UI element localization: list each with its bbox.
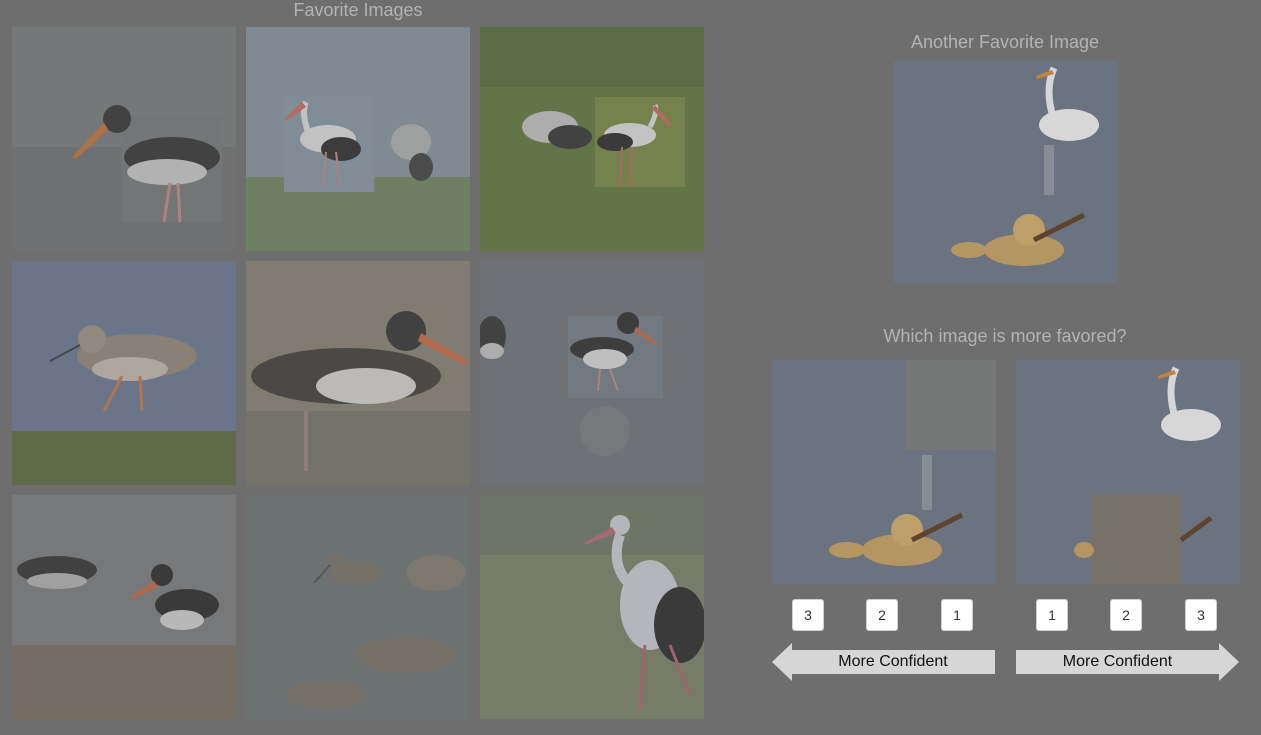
left-rank-2-button[interactable]: 2: [866, 599, 898, 631]
favorite-image-oystercatchers-4[interactable]: [12, 495, 236, 719]
left-confidence-label: More Confident: [791, 650, 995, 674]
comparison-question: Which image is more favored?: [883, 326, 1127, 346]
reference-image-swan-dog: [894, 60, 1118, 284]
reference-image-title: Another Favorite Image: [910, 32, 1100, 52]
option-image-left[interactable]: [772, 360, 996, 584]
favorite-image-stork-3[interactable]: [480, 495, 704, 719]
left-arrow-icon: [772, 643, 792, 681]
option-image-right[interactable]: [1016, 360, 1240, 584]
favorite-images-title: Favorite Images: [293, 0, 423, 20]
favorite-image-oystercatcher-3[interactable]: [480, 261, 704, 485]
right-rank-2-button[interactable]: 2: [1110, 599, 1142, 631]
favorite-image-redshank[interactable]: [12, 261, 236, 485]
right-confidence-label: More Confident: [1016, 650, 1219, 674]
favorite-image-oystercatcher-2[interactable]: [246, 261, 470, 485]
favorite-image-storks-2[interactable]: [480, 27, 704, 251]
favorite-image-godwits[interactable]: [246, 495, 470, 719]
left-rank-3-button[interactable]: 3: [792, 599, 824, 631]
left-rank-1-button[interactable]: 1: [941, 599, 973, 631]
right-rank-3-button[interactable]: 3: [1185, 599, 1217, 631]
favorite-image-oystercatcher-1[interactable]: [12, 27, 236, 251]
right-arrow-icon: [1219, 643, 1239, 681]
right-rank-1-button[interactable]: 1: [1036, 599, 1068, 631]
favorite-image-storks-1[interactable]: [246, 27, 470, 251]
